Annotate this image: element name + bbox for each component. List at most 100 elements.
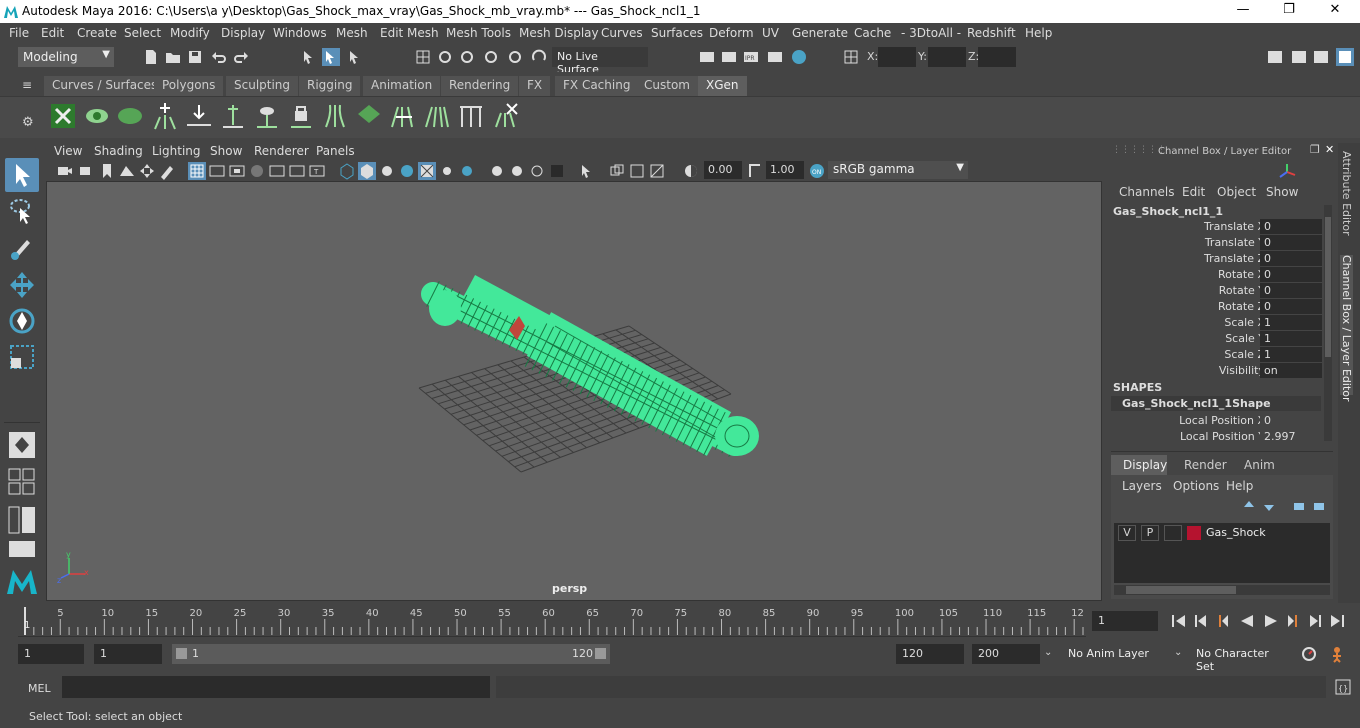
go-to-start-icon[interactable] <box>1170 612 1188 630</box>
chevron-down-icon[interactable]: ⌄ <box>1044 647 1052 658</box>
tool-settings-icon[interactable] <box>1312 48 1330 66</box>
new-empty-layer-icon[interactable] <box>1291 499 1307 513</box>
current-frame-field[interactable]: 1 <box>1092 611 1158 631</box>
layer-color-swatch[interactable] <box>1187 526 1201 540</box>
attr-local-position-y[interactable]: Local Position Y 2.997 <box>1108 429 1328 445</box>
shadows-icon[interactable] <box>438 162 456 180</box>
texture-bake-icon[interactable] <box>648 162 666 180</box>
xray-components-icon[interactable] <box>628 162 646 180</box>
rotate-tool-icon[interactable] <box>5 304 39 338</box>
menu-create[interactable]: Create <box>77 26 117 40</box>
close-panel-icon[interactable]: ✕ <box>1325 143 1334 156</box>
step-forward-key-icon[interactable] <box>1306 612 1324 630</box>
range-start-handle[interactable] <box>176 648 187 659</box>
layer-tab-display[interactable]: Display <box>1111 455 1167 475</box>
smooth-shade-icon[interactable] <box>358 162 376 180</box>
range-end-handle[interactable] <box>595 648 606 659</box>
attr-rotate-z[interactable]: Rotate Z0 <box>1108 299 1328 315</box>
menu-mesh[interactable]: Mesh <box>336 26 368 40</box>
move-layer-up-icon[interactable] <box>1241 499 1257 513</box>
restore-button[interactable]: ❐ <box>1274 2 1304 20</box>
play-backward-icon[interactable] <box>1238 612 1256 630</box>
command-input[interactable] <box>62 676 490 698</box>
attr-translate-z[interactable]: Translate Z0 <box>1108 251 1328 267</box>
menu-edit-mesh[interactable]: Edit Mesh <box>380 26 439 40</box>
vp-menu-panels[interactable]: Panels <box>316 144 355 158</box>
xgen-guide-flow-icon[interactable] <box>320 101 350 131</box>
attribute-scrollbar-thumb[interactable] <box>1325 217 1331 357</box>
graph-layout-icon[interactable] <box>8 540 36 558</box>
animation-preferences-icon[interactable] <box>1330 645 1348 663</box>
snap-view-plane-icon[interactable] <box>482 48 500 66</box>
gamma-field[interactable]: 1.00 <box>766 161 804 179</box>
vp-menu-lighting[interactable]: Lighting <box>152 144 201 158</box>
menu-cache[interactable]: Cache <box>854 26 891 40</box>
camera-select-icon[interactable] <box>56 162 74 180</box>
layer-hscrollbar[interactable] <box>1114 585 1330 595</box>
single-perspective-layout-icon[interactable] <box>5 428 39 462</box>
snap-surface-icon[interactable] <box>506 48 524 66</box>
field-chart-icon[interactable] <box>268 162 286 180</box>
step-back-key-icon[interactable] <box>1192 612 1210 630</box>
menu-curves[interactable]: Curves <box>601 26 643 40</box>
time-slider[interactable]: 5 10 15 20 25 30 35 40 45 50 55 60 65 70 75 80 85 90 95 100… <box>0 603 1360 639</box>
use-all-lights-icon[interactable] <box>418 162 436 180</box>
attr-visibility[interactable]: Visibility on <box>1108 363 1328 379</box>
layer-menu-layers[interactable]: Layers <box>1122 479 1162 493</box>
shelf-tab-custom[interactable]: Custom <box>636 76 698 96</box>
menu-file[interactable]: File <box>9 26 29 40</box>
cb-menu-object[interactable]: Object <box>1217 185 1256 199</box>
layer-playback-toggle[interactable]: P <box>1141 525 1159 541</box>
render-frame-icon[interactable] <box>720 48 738 66</box>
layer-tab-anim[interactable]: Anim <box>1232 455 1282 475</box>
snap-point-icon[interactable] <box>458 48 476 66</box>
xgen-guides-to-curves-icon[interactable] <box>388 101 418 131</box>
layer-display-type[interactable] <box>1164 525 1182 541</box>
vp-menu-renderer[interactable]: Renderer <box>254 144 309 158</box>
chevron-down-icon[interactable]: ⌄ <box>1174 647 1182 658</box>
attr-rotate-y[interactable]: Rotate Y0 <box>1108 283 1328 299</box>
new-layer-selected-icon[interactable] <box>1311 499 1327 513</box>
shelf-tab-rigging[interactable]: Rigging <box>299 76 361 96</box>
new-scene-icon[interactable] <box>142 48 160 66</box>
layer-tab-render[interactable]: Render <box>1170 455 1228 475</box>
open-scene-icon[interactable] <box>164 48 182 66</box>
attr-local-position-x[interactable]: Local Position X0 <box>1108 413 1328 429</box>
outliner-layout-icon[interactable] <box>8 506 36 534</box>
gate-mask-icon[interactable] <box>248 162 266 180</box>
layer-visibility-toggle[interactable]: V <box>1118 525 1136 541</box>
hypershade-icon[interactable] <box>790 48 808 66</box>
go-to-end-icon[interactable] <box>1328 612 1346 630</box>
attr-scale-y[interactable]: Scale Y1 <box>1108 331 1328 347</box>
redo-icon[interactable] <box>232 48 250 66</box>
script-editor-icon[interactable]: {} <box>1334 678 1352 696</box>
layer-menu-help[interactable]: Help <box>1226 479 1253 493</box>
isolate-select-icon[interactable] <box>578 162 596 180</box>
resolution-gate-icon[interactable] <box>228 162 246 180</box>
shelf-tab-xgen[interactable]: XGen <box>698 76 747 96</box>
viewport-persp[interactable]: x y z persp <box>46 181 1102 601</box>
render-settings-icon[interactable] <box>766 48 784 66</box>
xgen-place-guide-icon[interactable] <box>184 101 214 131</box>
xray-joints-icon[interactable] <box>608 162 626 180</box>
safe-title-icon[interactable]: T <box>308 162 326 180</box>
select-hierarchy-icon[interactable] <box>300 48 318 66</box>
safe-action-icon[interactable] <box>288 162 306 180</box>
make-live-icon[interactable] <box>530 48 548 66</box>
z-coord-field[interactable] <box>978 47 1016 67</box>
range-slider[interactable]: 1 120 <box>172 644 610 664</box>
menu-3dtoall[interactable]: - 3DtoAll - <box>901 26 961 40</box>
motion-blur-icon[interactable] <box>488 162 506 180</box>
xgen-collection-icon[interactable] <box>116 103 146 129</box>
xgen-sculpt-guides-icon[interactable] <box>218 101 248 131</box>
playback-start-field[interactable]: 1 <box>94 644 162 664</box>
render-view-icon[interactable] <box>698 48 716 66</box>
xgen-guide-visibility-icon[interactable] <box>252 101 282 131</box>
two-d-pan-icon[interactable] <box>138 162 156 180</box>
auto-key-icon[interactable] <box>1300 645 1318 663</box>
move-tool-icon[interactable] <box>5 268 39 302</box>
snap-curve-icon[interactable] <box>436 48 454 66</box>
wireframe-icon[interactable] <box>338 162 356 180</box>
select-component-icon[interactable] <box>346 48 364 66</box>
vp-menu-shading[interactable]: Shading <box>94 144 143 158</box>
